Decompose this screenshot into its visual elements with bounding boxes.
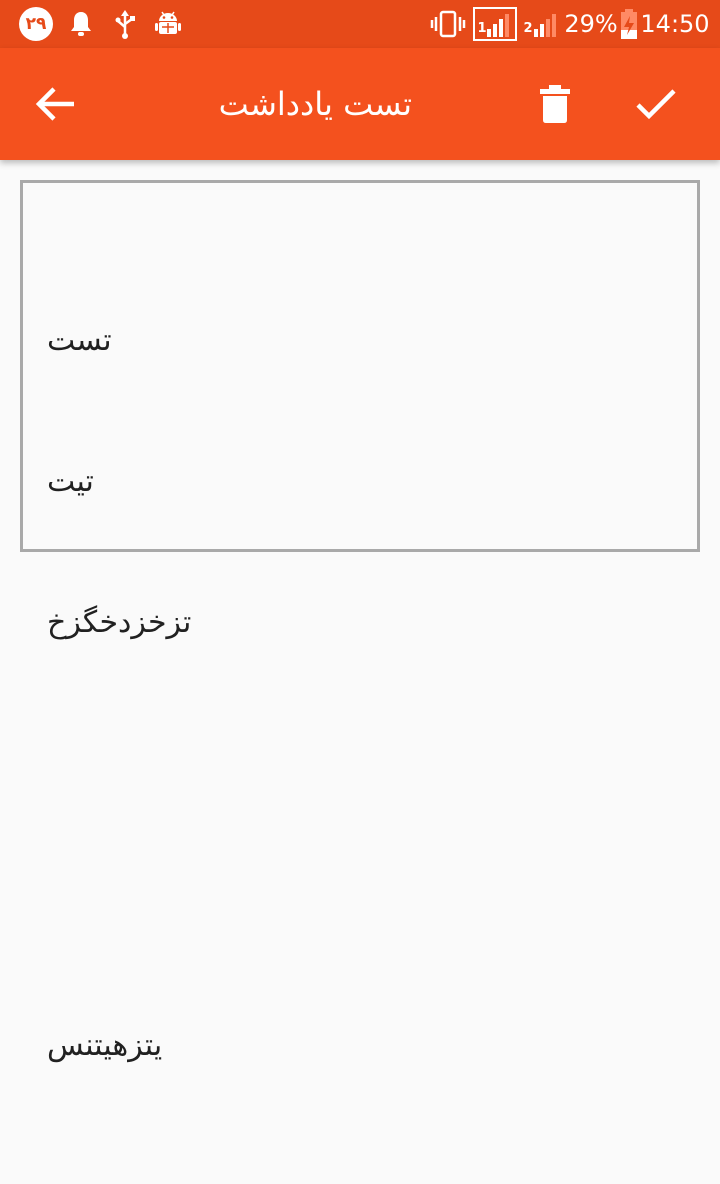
note-editor[interactable]: تست تیت تزخزدخگزخ یتزهیتنس bbox=[20, 180, 700, 1063]
battery-percent: 29% bbox=[564, 10, 618, 38]
note-line: تزخزدخگزخ bbox=[47, 605, 192, 640]
back-button[interactable] bbox=[16, 48, 96, 160]
note-line: تست bbox=[47, 323, 112, 358]
date-badge: ۲۹ bbox=[18, 0, 54, 48]
note-line: تیت bbox=[47, 464, 94, 499]
note-line bbox=[47, 881, 667, 928]
status-bar: ۲۹ 1 2 29% 14:50 bbox=[0, 0, 720, 48]
delete-button[interactable] bbox=[515, 48, 595, 160]
sim2-label: 2 bbox=[523, 20, 533, 36]
date-badge-text: ۲۹ bbox=[19, 7, 53, 41]
page-title-text: تست یادداشت bbox=[218, 85, 412, 123]
app-toolbar: تست یادداشت bbox=[0, 48, 720, 160]
android-debug-icon bbox=[152, 0, 184, 48]
trash-icon bbox=[540, 85, 570, 123]
notification-bell-icon bbox=[64, 0, 98, 48]
note-text[interactable]: تست تیت تزخزدخگزخ یتزهیتنس bbox=[47, 223, 667, 1163]
note-line: یتزهیتنس bbox=[47, 1028, 163, 1063]
note-line bbox=[47, 740, 667, 787]
arrow-left-icon bbox=[35, 87, 74, 121]
sim1-label: 1 bbox=[477, 20, 487, 36]
battery-charging-icon bbox=[618, 0, 640, 48]
page-title: تست یادداشت bbox=[112, 48, 412, 160]
vibrate-icon bbox=[430, 0, 466, 48]
check-icon bbox=[636, 89, 676, 120]
clock: 14:50 bbox=[640, 10, 710, 38]
confirm-button[interactable] bbox=[616, 48, 696, 160]
usb-icon bbox=[110, 0, 140, 48]
